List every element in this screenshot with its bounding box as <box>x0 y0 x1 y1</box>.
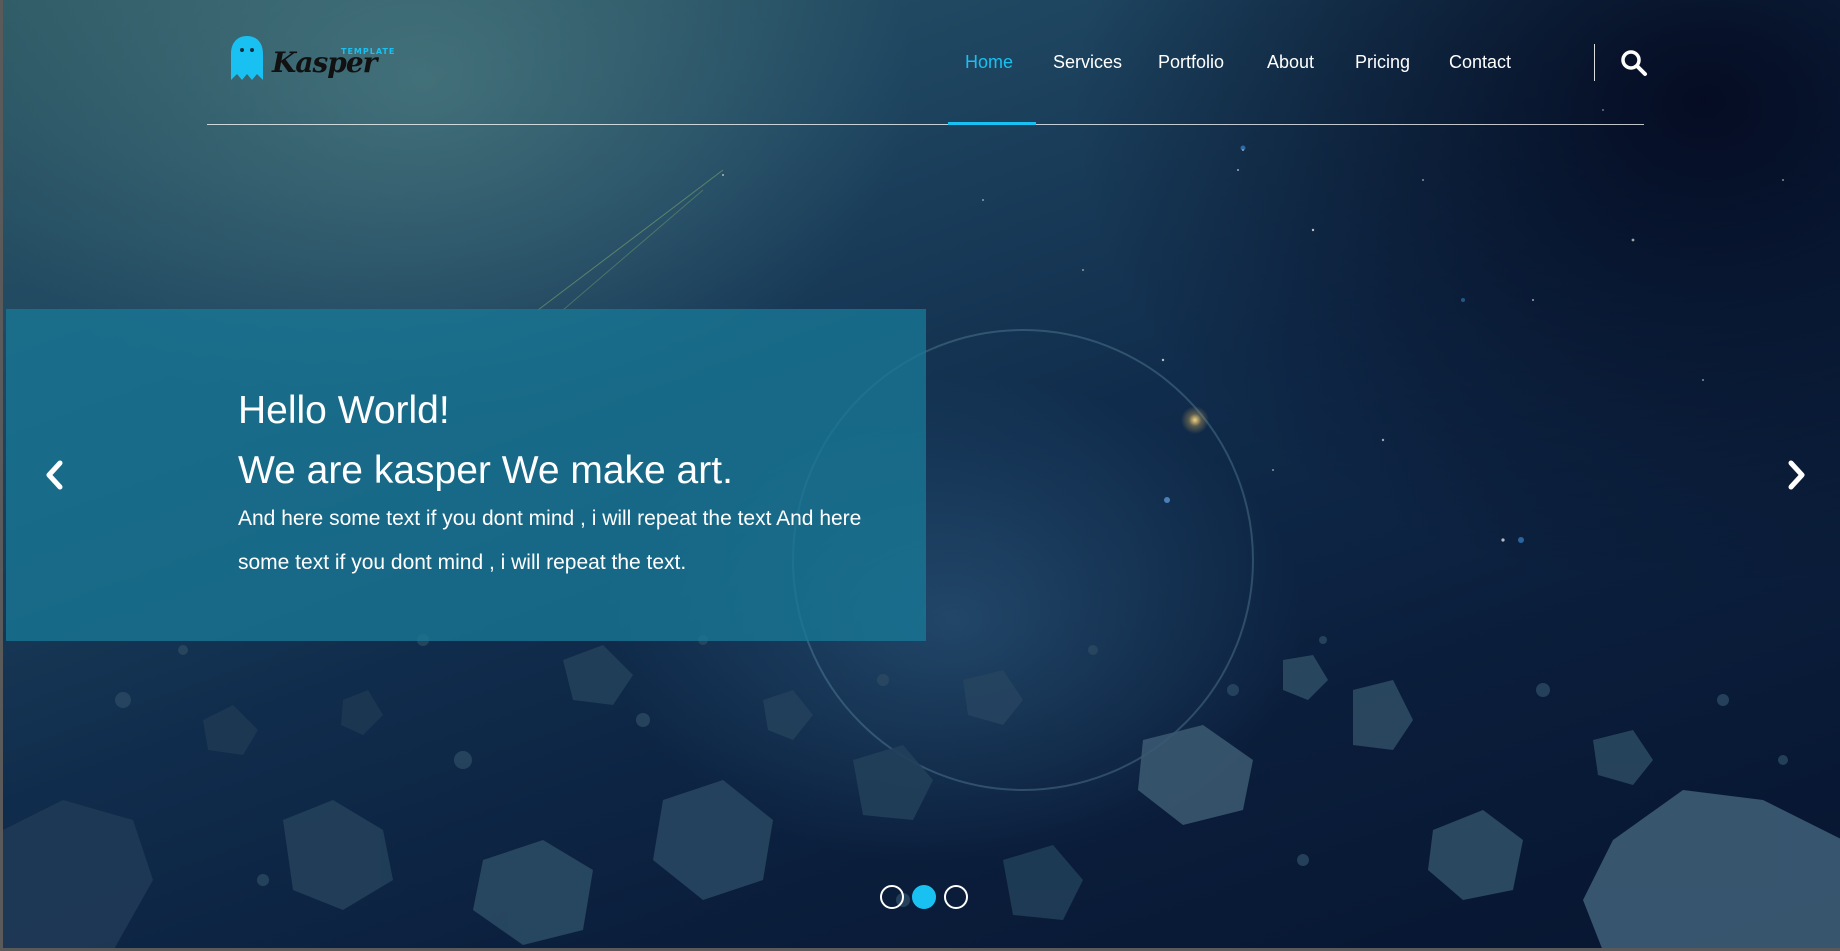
nav-divider <box>1594 44 1595 81</box>
chevron-left-icon <box>46 460 63 490</box>
carousel-dot-2[interactable] <box>912 885 936 909</box>
slide-heading-line2: We are kasper We make art. <box>238 449 733 492</box>
carousel-dot-1[interactable] <box>880 885 904 909</box>
search-button[interactable] <box>1620 49 1648 77</box>
slide-description: And here some text if you dont mind , i … <box>238 507 862 574</box>
slide-heading-line1: Hello World! <box>238 389 450 432</box>
nav-about[interactable]: About <box>1267 52 1314 73</box>
carousel-prev-button[interactable] <box>41 458 69 492</box>
chevron-right-icon <box>1788 460 1805 490</box>
nav-services[interactable]: Services <box>1053 52 1122 73</box>
carousel-dot-3[interactable] <box>944 885 968 909</box>
hero-section: Kasper TEMPLATE Home Services Portfolio … <box>0 0 1840 951</box>
site-header: Kasper TEMPLATE Home Services Portfolio … <box>207 0 1647 125</box>
slide-heading: Hello World! We are kasper We make art. <box>238 381 733 501</box>
carousel-next-button[interactable] <box>1782 458 1810 492</box>
search-icon <box>1621 50 1647 76</box>
nav-contact[interactable]: Contact <box>1449 52 1511 73</box>
nav-portfolio[interactable]: Portfolio <box>1158 52 1224 73</box>
nav-home[interactable]: Home <box>965 52 1013 73</box>
nav-pricing[interactable]: Pricing <box>1355 52 1410 73</box>
nav-active-indicator <box>948 122 1036 125</box>
slide-content-box: Hello World! We are kasper We make art. … <box>6 309 926 641</box>
carousel-indicators <box>880 885 970 911</box>
main-nav: Home Services Portfolio About Pricing Co… <box>207 52 1644 76</box>
